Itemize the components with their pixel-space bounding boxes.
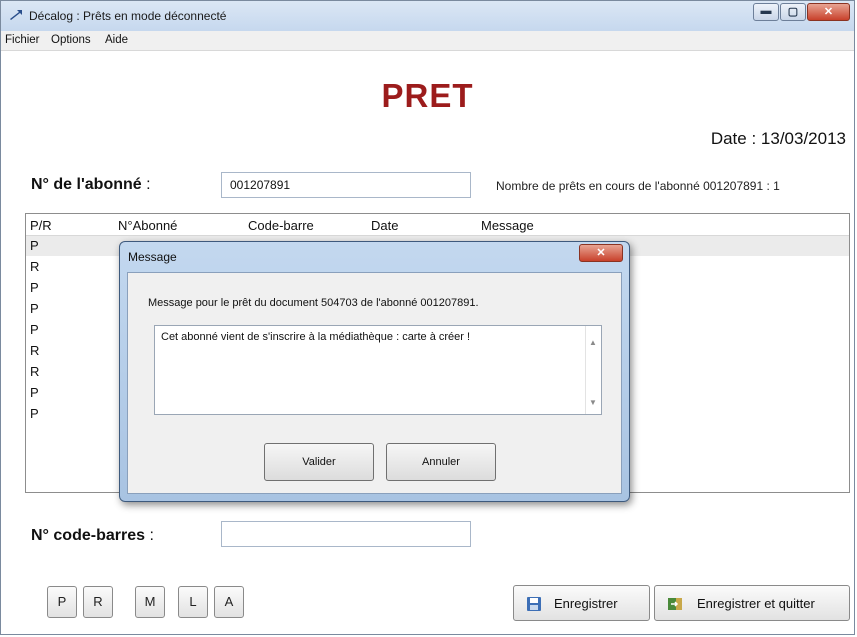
table-row[interactable]: P — [30, 301, 39, 316]
minimize-button[interactable]: ▬ — [753, 3, 779, 21]
menu-bar: Fichier Options Aide — [1, 31, 854, 51]
message-dialog: Message ✕ Message pour le prêt du docume… — [119, 241, 630, 502]
table-row[interactable]: R — [30, 259, 39, 274]
page-title: PRET — [381, 77, 474, 114]
barcode-field[interactable] — [221, 521, 471, 547]
column-header-message[interactable]: Message — [481, 218, 534, 233]
table-row[interactable]: R — [30, 364, 39, 379]
save-and-quit-button[interactable]: Enregistrer et quitter — [654, 585, 850, 621]
menu-aide[interactable]: Aide — [105, 34, 128, 46]
table-row[interactable]: P — [30, 406, 39, 421]
maximize-icon: ▢ — [787, 6, 799, 18]
shortcut-p-button[interactable]: P — [47, 586, 77, 618]
save-exit-icon — [668, 598, 682, 610]
validate-button[interactable]: Valider — [264, 443, 374, 481]
subscriber-label-colon: : — [146, 176, 151, 193]
column-header-pr[interactable]: P/R — [30, 218, 52, 233]
save-button[interactable]: Enregistrer — [513, 585, 650, 621]
floppy-disk-icon — [527, 597, 541, 611]
column-header-abonne[interactable]: N°Abonné — [118, 218, 177, 233]
grid-header: P/R N°Abonné Code-barre Date Message — [26, 214, 849, 236]
app-arrow-icon — [10, 10, 22, 20]
shortcut-l-button[interactable]: L — [178, 586, 208, 618]
cancel-button[interactable]: Annuler — [386, 443, 496, 481]
dialog-title: Message — [128, 250, 177, 264]
message-text: Cet abonné vient de s'inscrire à la médi… — [161, 331, 471, 343]
subscriber-label-text: N° de l'abonné — [31, 176, 142, 193]
dialog-close-button[interactable]: ✕ — [579, 244, 623, 262]
column-header-date[interactable]: Date — [371, 218, 398, 233]
close-button[interactable]: ✕ — [807, 3, 850, 21]
subscriber-field[interactable]: 001207891 — [221, 172, 471, 198]
save-and-quit-label: Enregistrer et quitter — [697, 596, 815, 611]
window-title: Décalog : Prêts en mode déconnecté — [29, 9, 227, 23]
loan-count-text: Nombre de prêts en cours de l'abonné 001… — [496, 179, 780, 193]
close-icon: ✕ — [596, 247, 606, 259]
table-row[interactable]: P — [30, 322, 39, 337]
shortcut-a-button[interactable]: A — [214, 586, 244, 618]
save-button-label: Enregistrer — [554, 596, 618, 611]
barcode-label-colon: : — [149, 527, 154, 544]
barcode-label-text: N° code-barres — [31, 527, 145, 544]
table-row[interactable]: P — [30, 280, 39, 295]
barcode-label: N° code-barres : — [31, 527, 154, 545]
scroll-down-icon[interactable]: ▼ — [589, 398, 597, 407]
message-scrollbar[interactable]: ▲ ▼ — [585, 326, 601, 414]
subscriber-label: N° de l'abonné : — [31, 176, 151, 194]
dialog-message-line: Message pour le prêt du document 504703 … — [148, 297, 479, 309]
date-label: Date : 13/03/2013 — [710, 129, 846, 148]
main-window: Décalog : Prêts en mode déconnecté ▬ ▢ ✕… — [0, 0, 855, 635]
shortcut-r-button[interactable]: R — [83, 586, 113, 618]
shortcut-m-button[interactable]: M — [135, 586, 165, 618]
menu-options[interactable]: Options — [51, 34, 91, 46]
minimize-icon: ▬ — [760, 5, 772, 17]
column-header-code-barre[interactable]: Code-barre — [248, 218, 314, 233]
message-textarea[interactable]: Cet abonné vient de s'inscrire à la médi… — [154, 325, 602, 415]
table-row[interactable]: R — [30, 343, 39, 358]
title-bar[interactable]: Décalog : Prêts en mode déconnecté ▬ ▢ ✕ — [1, 1, 854, 31]
dialog-body: Message pour le prêt du document 504703 … — [127, 272, 622, 494]
scroll-up-icon[interactable]: ▲ — [589, 338, 597, 347]
close-icon: ✕ — [823, 6, 834, 18]
menu-fichier[interactable]: Fichier — [5, 34, 40, 46]
table-row[interactable]: P — [30, 238, 39, 253]
table-row[interactable]: P — [30, 385, 39, 400]
maximize-button[interactable]: ▢ — [780, 3, 806, 21]
